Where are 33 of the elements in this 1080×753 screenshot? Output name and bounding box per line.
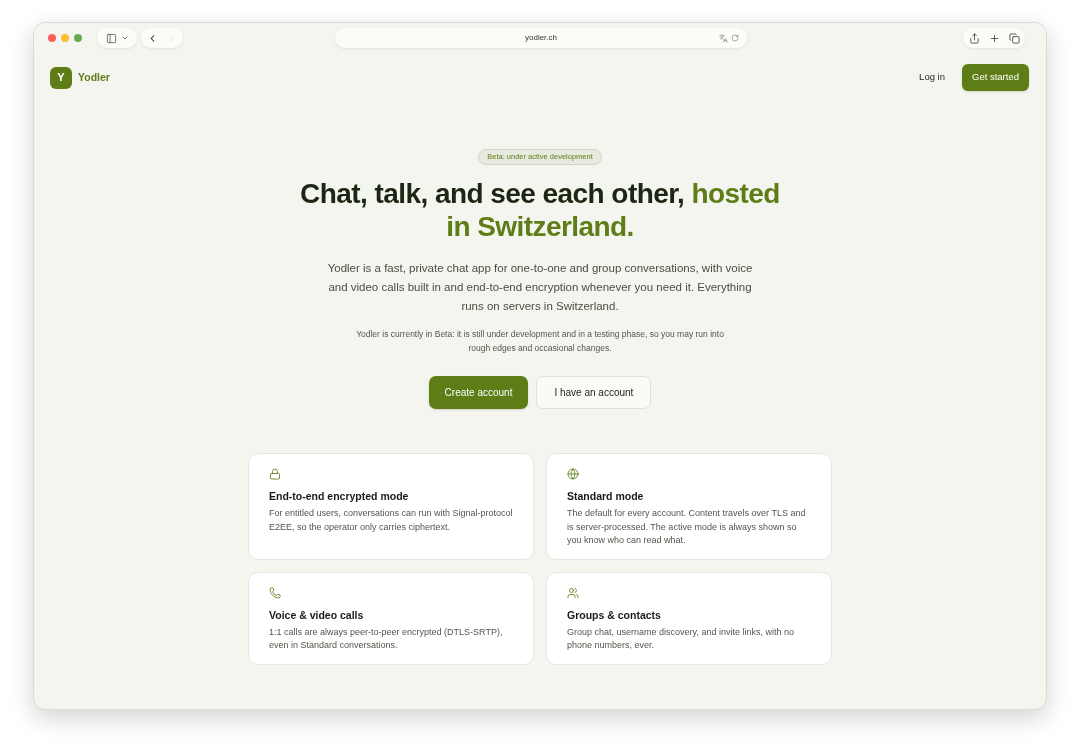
tabs-icon[interactable] bbox=[1008, 32, 1020, 44]
create-account-button[interactable]: Create account bbox=[428, 376, 529, 409]
address-bar[interactable]: yodler.ch bbox=[335, 28, 747, 48]
feature-title: End-to-end encrypted mode bbox=[269, 489, 410, 503]
people-icon bbox=[567, 586, 579, 599]
intro-paragraph: Yodler is a fast, private chat app for one-to-one and group conversations, with voice and video calls built in and end-to-end encryption whenever you need it. Everything runs on servers in Switzerland. bbox=[327, 261, 753, 314]
feature-title: Groups & contacts bbox=[567, 607, 662, 622]
beta-note: Yodler is currently in Beta: it is still under development and in a testing phase, so you may run into rough edges and occasional changes. bbox=[355, 328, 725, 355]
share-icon[interactable] bbox=[968, 32, 980, 44]
sidebar-icon[interactable] bbox=[105, 32, 117, 44]
globe-icon bbox=[567, 468, 579, 480]
feature-description: Group chat, username discovery, and invite links, with no phone numbers, ever. bbox=[567, 625, 795, 652]
reload-icon[interactable] bbox=[731, 34, 739, 42]
feature-description: 1:1 calls are always peer-to-peer encrypted (DTLS-SRTP), even in Standard conversations. bbox=[269, 625, 504, 652]
window-zoom-icon[interactable] bbox=[74, 34, 82, 42]
lock-icon bbox=[269, 468, 281, 480]
sign-in-button[interactable]: I have an account bbox=[536, 376, 652, 409]
phone-icon bbox=[269, 586, 281, 599]
logo[interactable]: Y bbox=[50, 66, 72, 89]
get-started-button[interactable]: Get started bbox=[962, 64, 1029, 91]
login-link[interactable]: Log in bbox=[919, 70, 945, 85]
chevron-down-icon[interactable] bbox=[120, 34, 129, 42]
translate-icon[interactable] bbox=[719, 33, 728, 43]
brand-name[interactable]: Yodler bbox=[78, 69, 110, 86]
headline: Chat, talk, and see each other, hosted in Switzerland. bbox=[299, 177, 781, 243]
url-text: yodler.ch bbox=[525, 32, 557, 44]
feature-title: Voice & video calls bbox=[269, 607, 365, 622]
new-tab-icon[interactable] bbox=[988, 32, 1000, 44]
feature-description: The default for every account. Content travels over TLS and is server-processed. The active mode is always shown so you know who can read what. bbox=[567, 507, 807, 547]
window-close-icon[interactable] bbox=[48, 34, 56, 42]
sidebar-toggle-button[interactable] bbox=[97, 28, 137, 48]
feature-description: For entitled users, conversations can run with Signal-protocol E2EE, so the operator only carries ciphertext. bbox=[269, 507, 513, 534]
feature-title: Standard mode bbox=[567, 489, 645, 503]
